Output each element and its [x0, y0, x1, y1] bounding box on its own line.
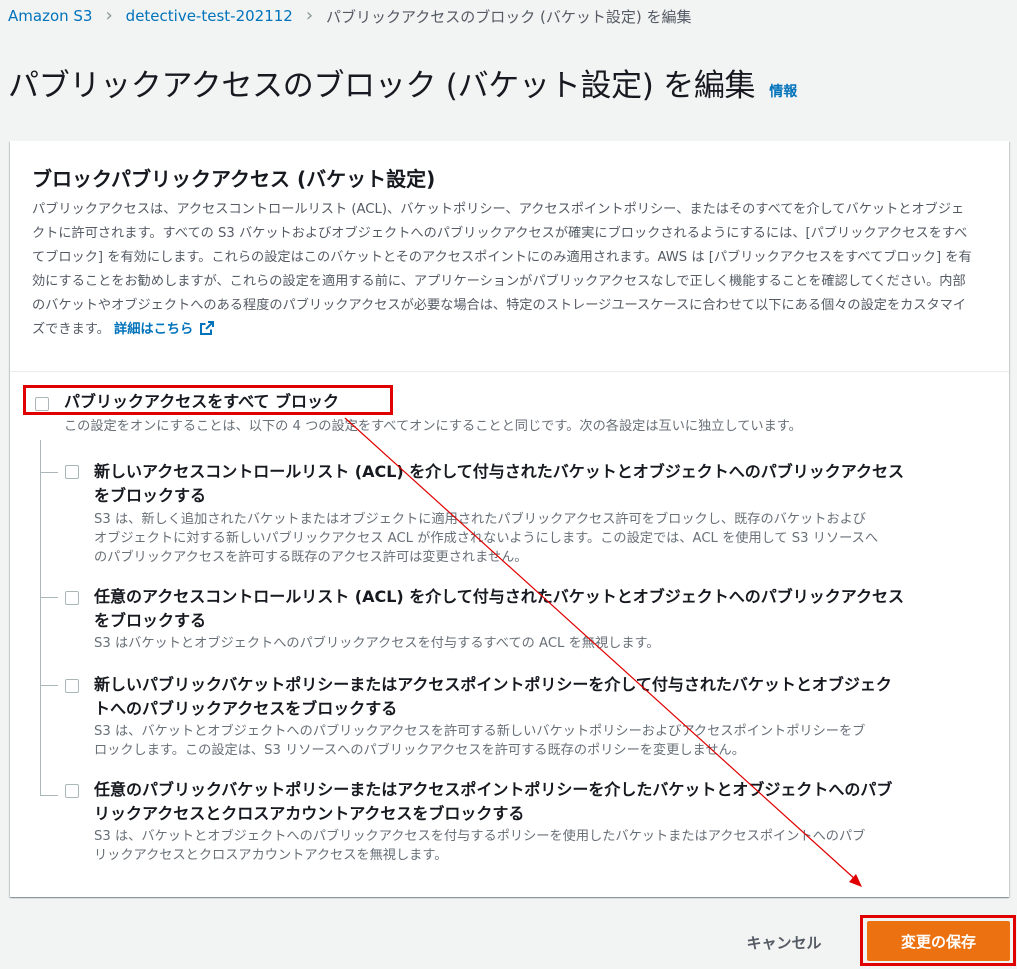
- annotation-highlight-save: [860, 915, 1016, 966]
- block-new-acl-checkbox[interactable]: [65, 465, 79, 479]
- block-new-acl-description-line2: オブジェクトに対する新しいパブリックアクセス ACL が作成されないようにします…: [94, 531, 879, 546]
- page-title: パブリックアクセスのブロック (バケット設定) を編集: [8, 68, 756, 104]
- tree-connector: [40, 685, 58, 686]
- info-link[interactable]: 情報: [769, 81, 797, 101]
- tree-connector: [40, 795, 58, 796]
- block-any-policy-title[interactable]: 任意のパブリックバケットポリシーまたはアクセスポイントポリシーを介したバケットと…: [94, 778, 892, 826]
- panel-title: ブロックパブリックアクセス (バケット設定): [32, 167, 436, 191]
- block-new-policy-title[interactable]: 新しいパブリックバケットポリシーまたはアクセスポイントポリシーを介して付与された…: [94, 673, 892, 721]
- block-any-acl-title[interactable]: 任意のアクセスコントロールリスト (ACL) を介して付与されたバケットとオブジ…: [94, 585, 904, 633]
- block-any-policy-description: S3 は、バケットとオブジェクトへのパブリックアクセスを付与するポリシーを使用し…: [94, 827, 865, 865]
- block-new-acl-description-line3: のパブリックアクセスを許可する既存のアクセス許可は変更されません。: [94, 550, 528, 565]
- breadcrumb-current: パブリックアクセスのブロック (バケット設定) を編集: [326, 7, 692, 26]
- block-new-policy-checkbox[interactable]: [65, 679, 79, 693]
- block-all-public-access-description: この設定をオンにすることは、以下の 4 つの設定をすべてオンにすることと同じです…: [64, 419, 802, 434]
- external-link-icon: [200, 321, 215, 335]
- block-new-acl-description-line1: S3 は、新しく追加されたバケットまたはオブジェクトに適用されたパブリックアクセ…: [94, 512, 866, 527]
- tree-connector: [40, 597, 58, 598]
- breadcrumb-link-bucket[interactable]: detective-test-202112: [126, 7, 293, 25]
- annotation-highlight-block-all: [23, 385, 393, 415]
- block-new-acl-title-line1: 新しいアクセスコントロールリスト (ACL) を介して付与されたバケットとオブジ…: [94, 462, 905, 481]
- block-new-acl-title[interactable]: 新しいアクセスコントロールリスト (ACL) を介して付与されたバケットとオブジ…: [94, 460, 904, 508]
- panel-description-text: パブリックアクセスは、アクセスコントロールリスト (ACL)、バケットポリシー、…: [32, 202, 972, 337]
- breadcrumb: Amazon S3 › detective-test-202112 › パブリッ…: [8, 4, 692, 28]
- block-any-acl-description-line1: S3 はバケットとオブジェクトへのパブリックアクセスを付与するすべての ACL …: [94, 636, 660, 651]
- block-new-policy-description: S3 は、バケットとオブジェクトへのパブリックアクセスを許可する新しいバケットポ…: [94, 722, 865, 760]
- chevron-right-icon: ›: [305, 5, 314, 26]
- block-any-policy-description-line2: リックアクセスとクロスアカウントアクセスを無視します。: [94, 848, 448, 863]
- panel-header: ブロックパブリックアクセス (バケット設定) パブリックアクセスは、アクセスコン…: [10, 141, 1009, 372]
- breadcrumb-link-s3[interactable]: Amazon S3: [8, 7, 92, 25]
- panel-description: パブリックアクセスは、アクセスコントロールリスト (ACL)、バケットポリシー、…: [32, 198, 977, 342]
- tree-connector: [40, 440, 41, 796]
- learn-more-link[interactable]: 詳細はこちら: [114, 321, 215, 337]
- block-new-acl-description: S3 は、新しく追加されたバケットまたはオブジェクトに適用されたパブリックアクセ…: [94, 510, 878, 567]
- block-any-acl-title-line2: をブロックする: [94, 611, 207, 630]
- tree-connector: [40, 472, 58, 473]
- block-any-policy-description-line1: S3 は、バケットとオブジェクトへのパブリックアクセスを付与するポリシーを使用し…: [94, 829, 866, 844]
- block-new-acl-title-line2: をブロックする: [94, 486, 207, 505]
- block-any-acl-checkbox[interactable]: [65, 591, 79, 605]
- learn-more-label: 詳細はこちら: [114, 322, 194, 337]
- block-any-policy-title-line1: 任意のパブリックバケットポリシーまたはアクセスポイントポリシーを介したバケットと…: [94, 780, 893, 799]
- block-new-policy-description-line2: ロックします。この設定は、S3 リソースへのパブリックアクセスを許可する既存のポ…: [94, 743, 745, 758]
- block-any-acl-title-line1: 任意のアクセスコントロールリスト (ACL) を介して付与されたバケットとオブジ…: [94, 587, 905, 606]
- chevron-right-icon: ›: [105, 5, 113, 26]
- page-header: パブリックアクセスのブロック (バケット設定) を編集 情報: [8, 60, 797, 105]
- block-new-policy-title-line2: トへのパブリックアクセスをブロックする: [94, 699, 398, 718]
- block-new-policy-description-line1: S3 は、バケットとオブジェクトへのパブリックアクセスを許可する新しいバケットポ…: [94, 724, 866, 739]
- block-any-policy-checkbox[interactable]: [65, 784, 79, 798]
- block-new-policy-title-line1: 新しいパブリックバケットポリシーまたはアクセスポイントポリシーを介して付与された…: [94, 675, 892, 694]
- block-any-acl-description: S3 はバケットとオブジェクトへのパブリックアクセスを付与するすべての ACL …: [94, 634, 660, 653]
- block-any-policy-title-line2: リックアクセスとクロスアカウントアクセスをブロックする: [94, 804, 525, 823]
- cancel-button[interactable]: キャンセル: [728, 925, 840, 959]
